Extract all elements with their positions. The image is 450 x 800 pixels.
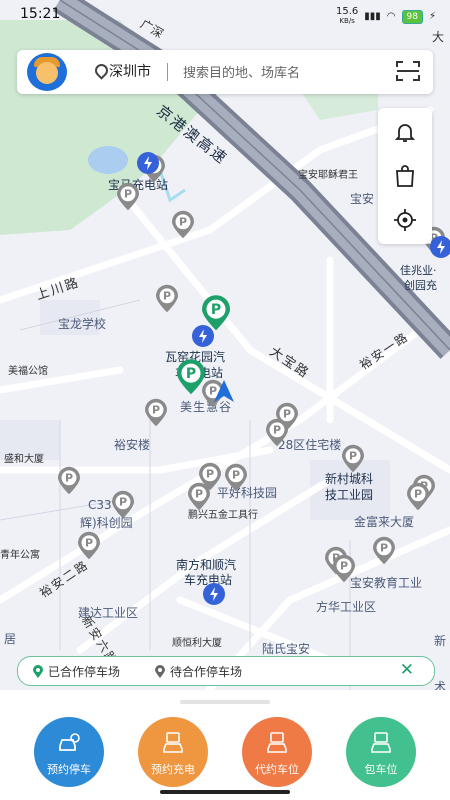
- svg-text:P: P: [119, 496, 127, 509]
- parking-pin-icon[interactable]: P: [407, 482, 429, 511]
- marker-layer: PPPPPPPPPPPPPPPPPPPPPPP: [58, 152, 450, 605]
- svg-text:P: P: [206, 468, 214, 481]
- drag-handle[interactable]: [180, 700, 270, 704]
- map-tool-panel: [378, 108, 432, 244]
- charging-icon: ⚡: [428, 11, 436, 22]
- search-bar[interactable]: 深圳市 搜索目的地、场库名: [17, 50, 433, 94]
- parking-pin-icon[interactable]: P: [155, 284, 178, 313]
- action-label: 代约车位: [255, 763, 299, 776]
- gray-parking-pin-icon: [155, 664, 165, 678]
- svg-text:P: P: [380, 542, 388, 555]
- search-input[interactable]: 搜索目的地、场库名: [183, 62, 300, 81]
- parking-car-icon: [267, 732, 287, 753]
- scan-icon[interactable]: [395, 60, 421, 82]
- parking-pin-icon[interactable]: P: [373, 536, 395, 565]
- svg-text:P: P: [186, 366, 196, 382]
- parking-car-icon: [371, 732, 391, 753]
- svg-text:P: P: [163, 290, 171, 303]
- svg-text:P: P: [211, 302, 221, 318]
- green-parking-pin-icon: [33, 664, 43, 678]
- parking-pin-icon[interactable]: P: [78, 531, 101, 560]
- parking-pin-icon[interactable]: P: [172, 210, 194, 239]
- home-indicator: [160, 790, 290, 794]
- svg-text:P: P: [273, 424, 281, 437]
- legend-pending[interactable]: 待合作停车场: [154, 663, 242, 680]
- shopping-bag-icon: [396, 165, 414, 187]
- city-selector[interactable]: 深圳市: [109, 61, 151, 81]
- map-view[interactable]: 京港澳高速 上川路 大宝路 裕安一路 裕安二路 新安六路 广深 大 宝马充电站 …: [0, 0, 450, 700]
- action-label: 包车位: [364, 763, 398, 776]
- locate-button[interactable]: [378, 198, 432, 242]
- parking-pin-icon[interactable]: P: [58, 466, 80, 495]
- battery-icon: 98: [401, 9, 423, 24]
- parking-pin-icon[interactable]: P: [188, 482, 210, 511]
- proxy-booking-button[interactable]: 代约车位: [242, 717, 312, 787]
- cooperative-parking-pin-icon[interactable]: P: [202, 295, 230, 331]
- charging-station-icon[interactable]: [203, 583, 225, 605]
- svg-text:P: P: [349, 450, 357, 463]
- network-speed: 15.6 KB/s: [336, 6, 359, 26]
- svg-text:P: P: [232, 469, 240, 482]
- wifi-icon: ◠: [386, 11, 396, 22]
- status-icons: 15.6 KB/s ▮▮▮ ◠ 98 ⚡: [336, 7, 436, 26]
- location-pin-icon: [92, 61, 111, 80]
- signal-icon: ▮▮▮: [364, 11, 381, 22]
- svg-text:P: P: [179, 216, 187, 229]
- status-bar: 15:21 15.6 KB/s ▮▮▮ ◠ 98 ⚡: [0, 0, 450, 32]
- parking-pin-icon[interactable]: P: [266, 418, 288, 447]
- reserve-parking-button[interactable]: 预约停车: [34, 717, 104, 787]
- rent-space-button[interactable]: 包车位: [346, 717, 416, 787]
- svg-text:P: P: [124, 188, 132, 201]
- action-label: 预约停车: [47, 763, 91, 776]
- notification-button[interactable]: [378, 110, 432, 154]
- svg-text:P: P: [283, 408, 291, 421]
- svg-text:P: P: [209, 385, 217, 398]
- legend-cooperative[interactable]: 已合作停车场: [32, 663, 120, 680]
- reserve-charging-button[interactable]: 预约充电: [138, 717, 208, 787]
- cooperative-parking-pin-icon[interactable]: P: [177, 359, 205, 395]
- bell-icon: [394, 124, 416, 142]
- parking-legend: 已合作停车场 待合作停车场 ✕: [17, 656, 435, 686]
- parking-pin-icon[interactable]: P: [112, 490, 134, 519]
- close-icon[interactable]: ✕: [400, 660, 414, 680]
- svg-text:P: P: [195, 488, 203, 501]
- action-label: 预约充电: [151, 763, 195, 776]
- avatar[interactable]: [27, 53, 67, 91]
- charging-station-icon[interactable]: [192, 325, 214, 347]
- parking-pin-icon[interactable]: P: [342, 444, 364, 473]
- divider: [167, 63, 168, 81]
- svg-text:P: P: [152, 404, 160, 417]
- parking-pin-icon[interactable]: P: [225, 463, 247, 492]
- svg-text:P: P: [340, 560, 348, 573]
- parking-pin-icon[interactable]: P: [117, 182, 139, 211]
- svg-text:P: P: [85, 537, 93, 550]
- status-time: 15:21: [20, 6, 61, 22]
- svg-text:P: P: [414, 488, 422, 501]
- parking-pin-icon[interactable]: P: [333, 554, 355, 583]
- parking-pin-icon[interactable]: P: [145, 398, 167, 427]
- svg-text:P: P: [65, 472, 73, 485]
- car-clock-icon: [59, 733, 80, 751]
- locate-target-icon: [394, 209, 416, 231]
- orders-button[interactable]: [378, 154, 432, 198]
- parking-car-icon: [163, 732, 183, 753]
- charging-station-icon[interactable]: [137, 152, 159, 174]
